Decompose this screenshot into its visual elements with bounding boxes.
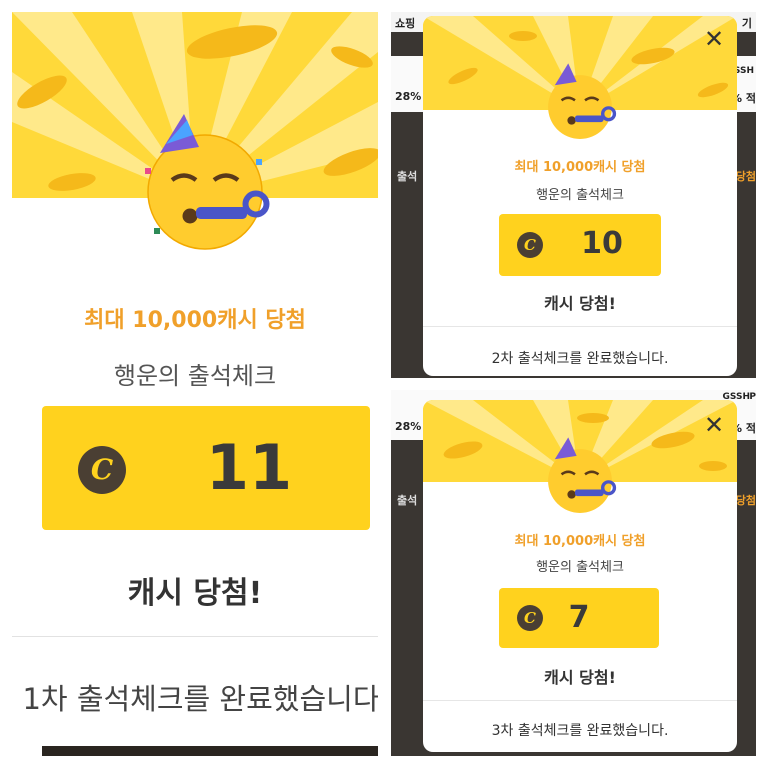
cash-coin-icon: C	[78, 446, 126, 494]
cash-amount-box: C 10	[499, 214, 661, 276]
bottom-bar	[42, 746, 378, 756]
partying-face-icon	[548, 63, 617, 139]
lucky-attendance-subtitle: 행운의 출석체크	[113, 362, 277, 390]
app-background-3: 28% GSSH P % 적 출석 당첨 ✕ 최대 10,000캐시 당첨 행운…	[391, 390, 756, 756]
background-side-text-right: 당첨	[735, 170, 756, 183]
cash-coin-icon: C	[517, 232, 543, 258]
lucky-attendance-subtitle: 행운의 출석체크	[536, 560, 624, 575]
cash-won-text: 캐시 당첨!	[127, 576, 263, 611]
cash-amount-box: C 7	[499, 588, 659, 648]
attendance-complete-text: 2차 출석체크를 완료했습니다.	[491, 351, 669, 367]
close-button[interactable]: ✕	[699, 24, 729, 54]
cash-won-text: 캐시 당첨!	[544, 294, 616, 313]
attendance-modal-2: ✕ 최대 10,000캐시 당첨 행운의 출석체크 C 10 캐시 당첨! 2차…	[423, 16, 737, 376]
divider	[423, 700, 737, 701]
header-right-label: 기	[741, 17, 752, 30]
attendance-popup-1: 최대 10,000캐시 당첨 행운의 출석체크 C 11 캐시 당첨! 1차 출…	[12, 12, 378, 756]
attendance-complete-text: 1차 출석체크를 완료했습니다	[22, 682, 378, 716]
shopping-tab-label: 쇼핑	[395, 17, 416, 30]
divider	[423, 326, 737, 327]
close-button[interactable]: ✕	[699, 410, 729, 440]
attendance-modal-3: ✕ 최대 10,000캐시 당첨 행운의 출석체크 C 7 캐시 당첨! 3차 …	[423, 400, 737, 752]
cash-won-text: 캐시 당첨!	[544, 668, 616, 687]
discount-left-label: 28%	[395, 420, 422, 433]
background-side-text: 출석	[397, 494, 418, 507]
max-reward-text: 최대 10,000캐시 당첨	[514, 534, 646, 549]
max-reward-text: 최대 10,000캐시 당첨	[514, 160, 646, 175]
background-side-text: 출석	[397, 170, 418, 183]
p-label: P	[749, 392, 756, 402]
max-reward-text: 최대 10,000캐시 당첨	[84, 308, 306, 333]
partying-face-icon	[145, 114, 270, 250]
background-side-text-right: 당첨	[735, 494, 756, 507]
lucky-attendance-subtitle: 행운의 출석체크	[536, 188, 624, 203]
cash-amount: 7	[568, 600, 590, 635]
divider	[12, 636, 378, 637]
cash-amount: 10	[581, 226, 623, 261]
cash-amount: 11	[205, 431, 293, 504]
discount-left-label: 28%	[395, 90, 422, 103]
app-background-2: 쇼핑 기 28% GSSH % 적 출석 당첨 ✕ 최대 10,000캐시 당첨…	[391, 12, 756, 378]
partying-face-icon	[548, 437, 617, 513]
cash-amount-box: C 11	[42, 406, 370, 530]
attendance-complete-text: 3차 출석체크를 완료했습니다.	[491, 723, 669, 739]
